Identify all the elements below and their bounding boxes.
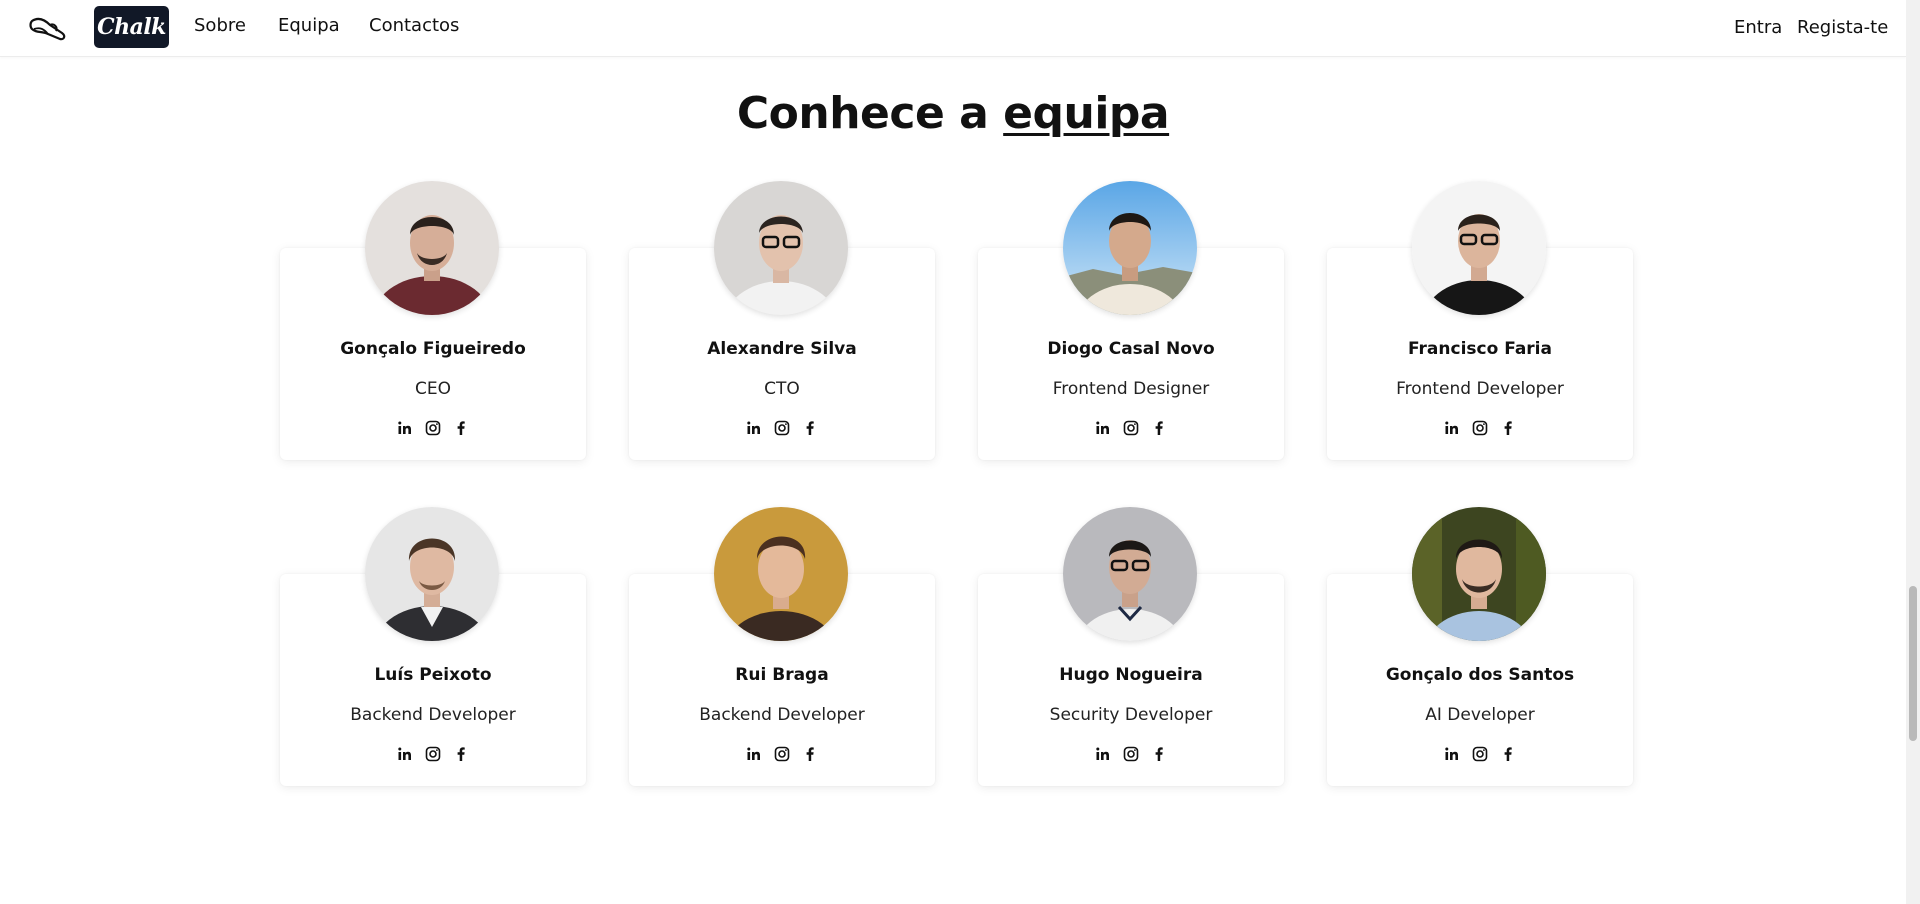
member-name: Gonçalo Figueiredo [340, 339, 526, 359]
member-role: Frontend Developer [1396, 379, 1564, 399]
member-name: Francisco Faria [1408, 339, 1552, 359]
facebook-icon[interactable] [1500, 420, 1516, 436]
member-name: Gonçalo dos Santos [1385, 665, 1575, 685]
instagram-icon[interactable] [425, 746, 441, 762]
nav-link-equipa[interactable]: Equipa [278, 14, 340, 38]
chalk-logo-icon[interactable] [28, 11, 70, 43]
member-role: CEO [415, 379, 451, 399]
member-name: Diogo Casal Novo [1047, 339, 1215, 359]
member-avatar [1412, 507, 1546, 641]
member-name: Alexandre Silva [707, 339, 857, 359]
facebook-icon[interactable] [802, 420, 818, 436]
instagram-icon[interactable] [774, 420, 790, 436]
member-avatar [365, 507, 499, 641]
facebook-icon[interactable] [453, 746, 469, 762]
nav-link-contactos[interactable]: Contactos [369, 14, 459, 38]
social-links [629, 420, 935, 438]
social-links [1327, 746, 1633, 764]
social-links [978, 746, 1284, 764]
linkedin-icon[interactable] [1095, 420, 1111, 436]
scrollbar-thumb[interactable] [1909, 586, 1917, 741]
member-avatar [365, 181, 499, 315]
instagram-icon[interactable] [1472, 746, 1488, 762]
social-links [280, 420, 586, 438]
member-name: Rui Braga [735, 665, 829, 685]
social-links [280, 746, 586, 764]
linkedin-icon[interactable] [1095, 746, 1111, 762]
instagram-icon[interactable] [425, 420, 441, 436]
member-role: Frontend Designer [1052, 379, 1210, 399]
linkedin-icon[interactable] [397, 420, 413, 436]
nav-link-sobre[interactable]: Sobre [194, 14, 246, 38]
linkedin-icon[interactable] [746, 420, 762, 436]
instagram-icon[interactable] [1123, 746, 1139, 762]
facebook-icon[interactable] [1151, 746, 1167, 762]
instagram-icon[interactable] [1472, 420, 1488, 436]
member-avatar [1412, 181, 1546, 315]
member-name: Hugo Nogueira [1059, 665, 1203, 685]
member-role: AI Developer [1425, 705, 1535, 725]
facebook-icon[interactable] [1500, 746, 1516, 762]
member-avatar [1063, 507, 1197, 641]
linkedin-icon[interactable] [397, 746, 413, 762]
member-name: Luís Peixoto [374, 665, 492, 685]
facebook-icon[interactable] [453, 420, 469, 436]
facebook-icon[interactable] [1151, 420, 1167, 436]
member-role: Security Developer [1049, 705, 1213, 725]
section-title: Conhece a equipa [0, 84, 1906, 144]
social-links [1327, 420, 1633, 438]
facebook-icon[interactable] [802, 746, 818, 762]
social-links [629, 746, 935, 764]
linkedin-icon[interactable] [1444, 420, 1460, 436]
member-role: CTO [764, 379, 800, 399]
page-scrollbar[interactable] [1906, 0, 1920, 904]
brand-logo[interactable]: Chalk [94, 6, 169, 48]
linkedin-icon[interactable] [1444, 746, 1460, 762]
member-avatar [714, 507, 848, 641]
instagram-icon[interactable] [774, 746, 790, 762]
navbar: Chalk Sobre Equipa Contactos Entra Regis… [0, 0, 1906, 57]
linkedin-icon[interactable] [746, 746, 762, 762]
member-avatar [1063, 181, 1197, 315]
section-title-highlight: equipa [1003, 88, 1170, 139]
login-link[interactable]: Entra [1734, 16, 1782, 40]
register-link[interactable]: Regista-te [1797, 16, 1888, 40]
member-avatar [714, 181, 848, 315]
member-role: Backend Developer [350, 705, 516, 725]
social-links [978, 420, 1284, 438]
member-role: Backend Developer [699, 705, 865, 725]
instagram-icon[interactable] [1123, 420, 1139, 436]
section-title-prefix: Conhece a [736, 88, 989, 139]
